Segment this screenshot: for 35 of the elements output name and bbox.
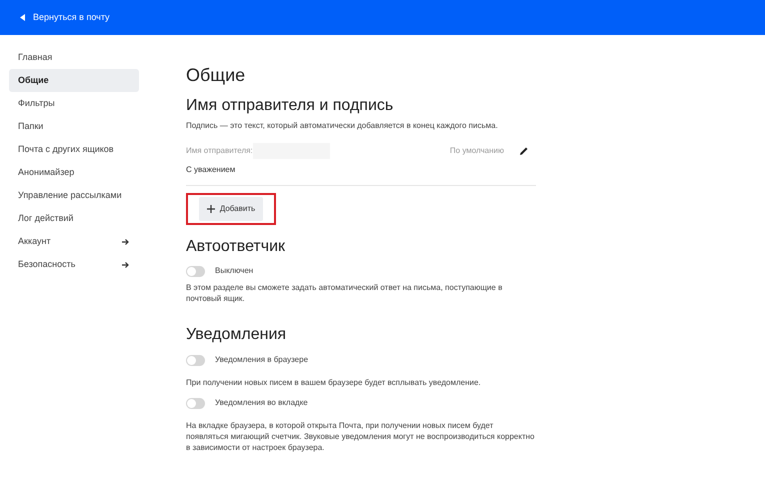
back-arrow-icon	[20, 14, 25, 21]
arrow-right-icon	[122, 238, 129, 244]
plus-icon	[206, 205, 215, 213]
default-label: По умолчанию	[450, 145, 504, 157]
section-description: Подпись — это текст, который автоматически добавляется в конец каждого письма.	[186, 120, 499, 131]
section-heading: Уведомления	[186, 325, 288, 345]
toggle-label: Выключен	[215, 265, 254, 277]
signature-text: С уважением	[186, 164, 236, 176]
back-link[interactable]: Вернуться в почту	[20, 10, 110, 24]
pencil-icon	[520, 147, 528, 155]
notification-description: При получении новых писем в вашем браузере будет всплывать уведомление.	[186, 377, 482, 388]
toggle-label: Уведомления во вкладке	[215, 397, 308, 409]
add-button[interactable]: Добавить	[198, 197, 264, 221]
sidebar-item[interactable]: Папки	[9, 115, 139, 138]
sender-label: Имя отправителя:	[186, 145, 253, 157]
toggle-switch[interactable]	[186, 354, 205, 366]
notification-description: На вкладке браузера, в которой открыта Почта, при получении новых писем будет появляться мигающий счетчик. Звуковые уведомления могут не воспроизводиться корректно в зависимости от настроек браузера.	[186, 420, 536, 453]
toggle-switch[interactable]	[186, 266, 205, 276]
sidebar-item[interactable]: Безопасность	[9, 253, 139, 276]
edit-button[interactable]	[520, 147, 528, 155]
sidebar-item[interactable]: Анонимайзер	[9, 161, 139, 184]
toggle-label: Уведомления в браузере	[215, 354, 308, 366]
sidebar-item[interactable]: Главная	[9, 46, 139, 69]
sidebar-item[interactable]: Аккаунт	[9, 230, 139, 253]
toggle-switch[interactable]	[186, 398, 205, 408]
sidebar-item[interactable]: Лог действий	[9, 207, 139, 230]
section-heading: Автоответчик	[186, 237, 286, 257]
sidebar-item[interactable]: Общие	[9, 69, 139, 92]
section-description: В этом разделе вы сможете задать автоматический ответ на письма, поступающие в почтовый ящик.	[186, 282, 504, 304]
arrow-right-icon	[122, 262, 129, 268]
sidebar-item[interactable]: Почта с других ящиков	[9, 138, 139, 161]
sidebar-item[interactable]: Управление рассылками	[9, 184, 139, 207]
sidebar-item[interactable]: Фильтры	[9, 92, 139, 115]
page-title: Общие	[186, 64, 246, 86]
section-heading: Имя отправителя и подпись	[186, 96, 394, 116]
